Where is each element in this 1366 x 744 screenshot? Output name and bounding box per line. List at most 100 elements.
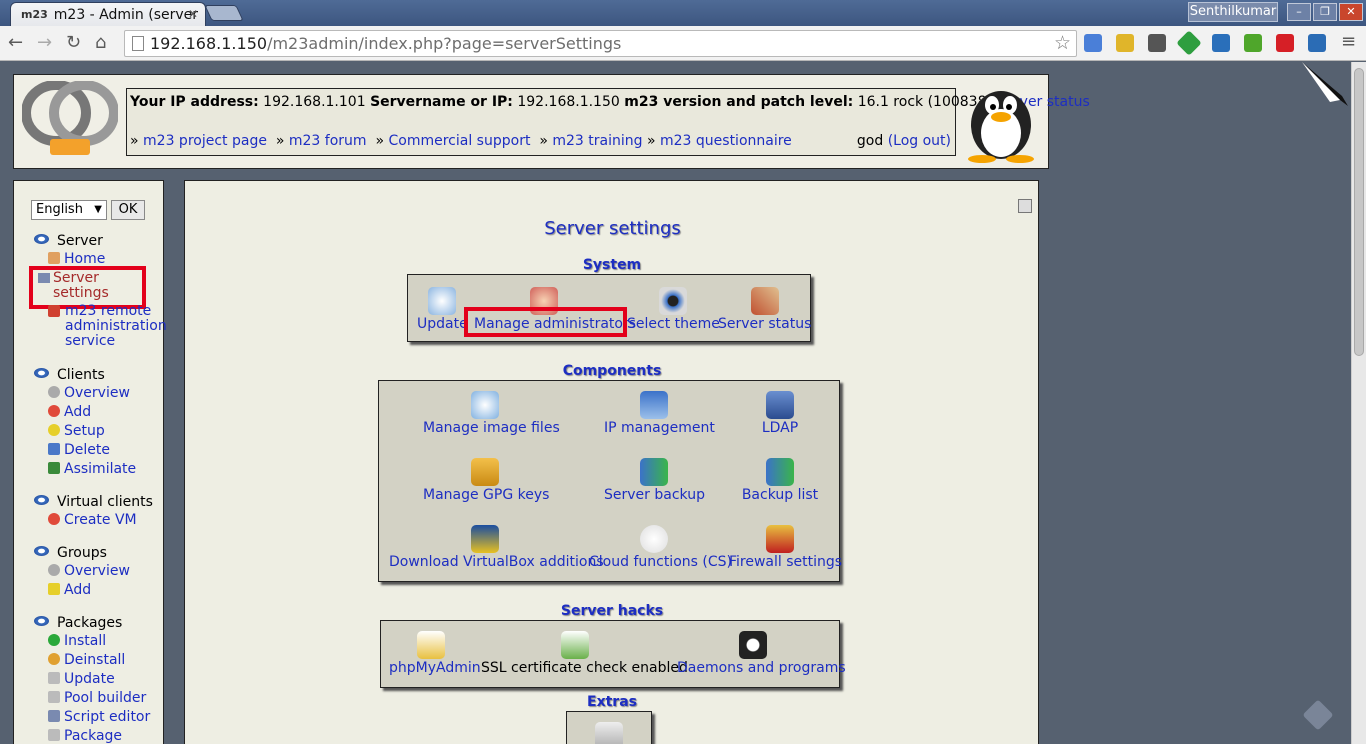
tile-label: Select theme (627, 316, 720, 332)
sidebar-item-groups-add[interactable]: Add (48, 582, 91, 598)
tile-label: Manage GPG keys (423, 487, 550, 503)
system-update-tile[interactable]: Update (417, 287, 468, 332)
m23-header: Your IP address: 192.168.1.101 Servernam… (13, 74, 1090, 169)
browser-tab[interactable]: m23 m23 - Admin (server ✕ (10, 2, 206, 26)
sidebar-item-packages-deinstall[interactable]: Deinstall (48, 652, 125, 668)
eye-icon (34, 234, 49, 244)
link-prefix: » (375, 133, 385, 149)
back-icon[interactable]: ← (8, 33, 23, 53)
ldap-tile[interactable]: LDAP (759, 391, 801, 436)
eye-icon (34, 368, 49, 378)
sidebar-item-script-editor[interactable]: Script editor (48, 709, 150, 725)
sidebar-item-packages-install[interactable]: Install (48, 633, 106, 649)
questionnaire-link[interactable]: m23 questionnaire (660, 133, 792, 149)
sidebar-item-pool-builder[interactable]: Pool builder (48, 690, 146, 706)
sidebar-item-label: Assimilate (64, 461, 137, 477)
m23-favicon-icon: m23 (21, 8, 48, 21)
page-scrollbar[interactable] (1351, 62, 1366, 744)
section-virtual-clients[interactable]: Virtual clients (34, 494, 153, 510)
page-title: Server settings (544, 218, 681, 239)
browser-titlebar: m23 m23 - Admin (server ✕ Senthilkumar –… (0, 0, 1366, 26)
phpmyadmin-tile[interactable]: phpMyAdmin (389, 631, 481, 676)
server-backup-tile[interactable]: Server backup (604, 458, 705, 503)
daemons-and-programs-tile[interactable]: Daemons and programs (677, 631, 846, 676)
ip-management-tile[interactable]: IP management (604, 391, 715, 436)
section-packages[interactable]: Packages (34, 615, 122, 631)
backup-list-tile[interactable]: Backup list (739, 458, 821, 503)
url-text[interactable]: 192.168.1.150/m23admin/index.php?page=se… (150, 34, 621, 53)
server-value: 192.168.1.150 (517, 94, 620, 110)
manage-image-files-tile[interactable]: Manage image files (423, 391, 560, 436)
tools-icon (750, 287, 779, 315)
header-links: » m23 project page » m23 forum » Commerc… (130, 133, 792, 149)
sidebar-item-groups-overview[interactable]: Overview (48, 563, 130, 579)
eye-icon (659, 287, 688, 315)
section-server[interactable]: Server (34, 233, 103, 249)
ldap-icon (766, 391, 794, 419)
training-link[interactable]: m23 training (552, 133, 642, 149)
new-tab-button[interactable] (204, 5, 244, 21)
floating-action-icon[interactable] (1302, 699, 1334, 731)
monitor-icon (640, 391, 668, 419)
calculator-tile[interactable] (595, 722, 623, 744)
printer-icon[interactable] (1018, 199, 1032, 213)
download-virtualbox-tile[interactable]: Download VirtualBox additions (389, 525, 604, 570)
project-page-link[interactable]: m23 project page (143, 133, 267, 149)
reload-icon[interactable]: ↻ (66, 33, 81, 53)
address-bar[interactable]: 192.168.1.150/m23admin/index.php?page=se… (124, 30, 1077, 57)
user-box: god (Log out) (857, 133, 951, 149)
components-group: Manage image files IP management LDAP Ma… (378, 380, 842, 582)
image-files-icon (471, 391, 499, 419)
scrollbar-thumb[interactable] (1354, 68, 1364, 356)
sidebar-item-create-vm[interactable]: Create VM (48, 512, 137, 528)
sidebar-item-label: Home (64, 251, 106, 267)
sidebar-item-clients-add[interactable]: Add (48, 404, 91, 420)
bookmark-star-icon[interactable]: ☆ (1054, 32, 1071, 54)
section-clients[interactable]: Clients (34, 367, 105, 383)
flipboard-icon[interactable] (1276, 34, 1294, 52)
sidebar-item-clients-assimilate[interactable]: Assimilate (48, 461, 136, 477)
extension-icon[interactable] (1116, 34, 1134, 52)
home-icon[interactable]: ⌂ (95, 33, 106, 53)
firewall-settings-tile[interactable]: Firewall settings (729, 525, 842, 570)
commercial-support-link[interactable]: Commercial support (389, 133, 531, 149)
sidebar-item-clients-setup[interactable]: Setup (48, 423, 105, 439)
select-theme-tile[interactable]: Select theme (627, 287, 720, 332)
group-title-system: System (582, 257, 642, 273)
sidebar-item-clients-delete[interactable]: Delete (48, 442, 110, 458)
page-icon (132, 36, 144, 51)
certificate-icon (561, 631, 589, 659)
tile-label: IP management (604, 420, 715, 436)
extension-icon[interactable] (1308, 34, 1326, 52)
translate-extension-icon[interactable] (1084, 34, 1102, 52)
add-icon (48, 405, 60, 417)
logout-link[interactable]: (Log out) (888, 133, 951, 149)
phpmyadmin-icon (417, 631, 445, 659)
cloud-functions-tile[interactable]: Cloud functions (CS) (589, 525, 732, 570)
sidebar-item-packages-update[interactable]: Update (48, 671, 115, 687)
tile-label: phpMyAdmin (389, 660, 481, 676)
sidebar-item-clients-overview[interactable]: Overview (48, 385, 130, 401)
download-icon[interactable] (1244, 34, 1262, 52)
ok-button[interactable]: OK (111, 200, 145, 220)
maximize-button[interactable]: ❐ (1313, 3, 1337, 21)
language-select[interactable]: English ▼ (31, 200, 107, 220)
section-groups[interactable]: Groups (34, 545, 107, 561)
close-icon[interactable]: ✕ (188, 7, 198, 21)
sidebar-item-home[interactable]: Home (48, 251, 105, 267)
forum-link[interactable]: m23 forum (289, 133, 367, 149)
minimize-button[interactable]: – (1287, 3, 1311, 21)
profile-user[interactable]: Senthilkumar (1188, 2, 1278, 22)
extension-icon[interactable] (1148, 34, 1166, 52)
manage-gpg-keys-tile[interactable]: Manage GPG keys (423, 458, 550, 503)
section-title: Virtual clients (57, 494, 153, 510)
window-close-button[interactable]: ✕ (1339, 3, 1363, 21)
sidebar-item-package[interactable]: Package (48, 728, 122, 744)
server-status-tile[interactable]: Server status (718, 287, 811, 332)
extension-icon[interactable] (1176, 30, 1202, 56)
tile-label: Manage image files (423, 420, 560, 436)
forward-icon[interactable]: → (37, 33, 52, 53)
backup-list-icon (766, 458, 794, 486)
menu-icon[interactable]: ≡ (1341, 32, 1356, 52)
extension-icon[interactable] (1212, 34, 1230, 52)
